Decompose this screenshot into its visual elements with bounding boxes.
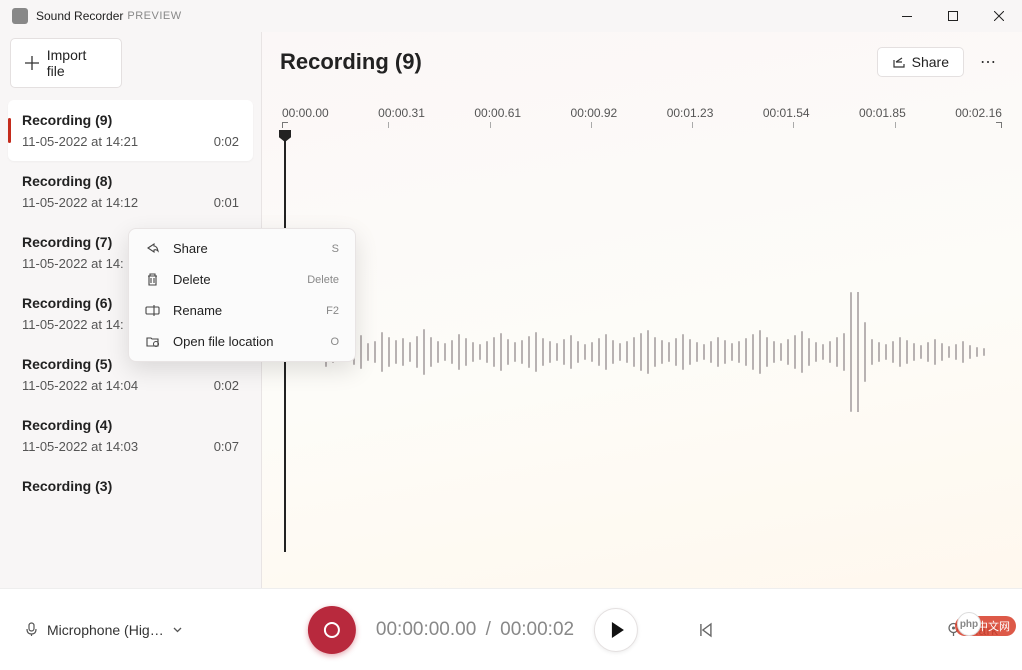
recording-duration: 0:02 <box>214 378 239 393</box>
share-label: Share <box>912 54 949 70</box>
timeline-label: 00:01.85 <box>859 106 906 120</box>
watermark: 中文网 <box>955 616 1016 636</box>
more-button[interactable]: ⋯ <box>972 46 1004 78</box>
menu-label: Share <box>173 241 208 256</box>
menu-open-location[interactable]: Open file location O <box>133 326 351 357</box>
microphone-label: Microphone (Hig… <box>47 622 164 638</box>
microphone-icon <box>24 622 39 637</box>
recording-date: 11-05-2022 at 14: <box>22 317 124 332</box>
microphone-selector[interactable]: Microphone (Hig… <box>24 622 183 638</box>
recording-duration: 0:01 <box>214 195 239 210</box>
chevron-down-icon <box>172 624 183 635</box>
content-area: Recording (9) Share ⋯ 00:00.00 00:00.31 … <box>262 32 1022 588</box>
timeline-label: 00:01.23 <box>667 106 714 120</box>
waveform-area[interactable] <box>280 132 1004 562</box>
menu-shortcut: F2 <box>326 305 339 317</box>
minimize-button[interactable] <box>884 0 930 32</box>
time-total: 00:00:02 <box>500 619 574 640</box>
record-button[interactable] <box>308 606 356 654</box>
bottom-bar: Microphone (Hig… 00:00:00.00 / 00:00:02 … <box>0 588 1022 670</box>
minimize-icon <box>902 16 912 17</box>
page-title: Recording (9) <box>280 49 422 75</box>
menu-label: Open file location <box>173 334 273 349</box>
app-preview-badge: PREVIEW <box>127 10 181 22</box>
menu-rename[interactable]: Rename F2 <box>133 295 351 326</box>
timeline-label: 00:00.61 <box>474 106 521 120</box>
maximize-button[interactable] <box>930 0 976 32</box>
recording-date: 11-05-2022 at 14:12 <box>22 195 138 210</box>
timeline-label: 00:00.00 <box>282 106 329 120</box>
plus-icon <box>25 56 39 70</box>
import-label: Import file <box>47 47 107 79</box>
recording-title: Recording (3) <box>22 478 239 494</box>
close-button[interactable] <box>976 0 1022 32</box>
maximize-icon <box>948 11 958 21</box>
recording-item[interactable]: Recording (9) 11-05-2022 at 14:21 0:02 <box>8 100 253 161</box>
prev-marker-button[interactable] <box>698 622 714 638</box>
share-icon <box>145 241 163 256</box>
context-menu: Share S Delete Delete Rename F2 Open fil… <box>128 228 356 362</box>
play-icon <box>610 621 626 639</box>
recording-item[interactable]: Recording (8) 11-05-2022 at 14:12 0:01 <box>8 161 253 222</box>
rename-icon <box>145 303 163 318</box>
app-name: Sound Recorder <box>36 9 123 23</box>
time-display: 00:00:00.00 / 00:00:02 <box>376 619 574 641</box>
share-button[interactable]: Share <box>877 47 964 77</box>
waveform <box>290 292 1004 412</box>
timeline-label: 00:01.54 <box>763 106 810 120</box>
folder-icon <box>145 334 163 349</box>
recording-duration: 0:02 <box>214 134 239 149</box>
ellipsis-icon: ⋯ <box>980 54 996 71</box>
titlebar: Sound Recorder PREVIEW <box>0 0 1022 32</box>
menu-label: Delete <box>173 272 211 287</box>
timeline-labels: 00:00.00 00:00.31 00:00.61 00:00.92 00:0… <box>280 106 1004 120</box>
menu-shortcut: Delete <box>307 274 339 286</box>
menu-shortcut: S <box>332 243 339 255</box>
recording-date: 11-05-2022 at 14: <box>22 256 124 271</box>
menu-shortcut: O <box>330 336 339 348</box>
close-icon <box>994 11 1004 21</box>
import-button[interactable]: Import file <box>10 38 122 88</box>
record-icon <box>324 622 340 638</box>
recording-date: 11-05-2022 at 14:04 <box>22 378 138 393</box>
window-controls <box>884 0 1022 32</box>
recording-title: Recording (4) <box>22 417 239 433</box>
skip-prev-icon <box>698 622 714 638</box>
recording-date: 11-05-2022 at 14:21 <box>22 134 138 149</box>
time-current: 00:00:00.00 <box>376 619 476 640</box>
menu-label: Rename <box>173 303 222 318</box>
timeline-label: 00:00.92 <box>571 106 618 120</box>
recording-item[interactable]: Recording (3) <box>8 466 253 506</box>
recording-item[interactable]: Recording (4) 11-05-2022 at 14:03 0:07 <box>8 405 253 466</box>
trash-icon <box>145 272 163 287</box>
timeline-label: 00:00.31 <box>378 106 425 120</box>
share-icon <box>892 55 906 69</box>
recording-duration: 0:07 <box>214 439 239 454</box>
app-icon <box>12 8 28 24</box>
timeline-ticks <box>280 122 1004 132</box>
recording-date: 11-05-2022 at 14:03 <box>22 439 138 454</box>
recording-title: Recording (9) <box>22 112 239 128</box>
menu-share[interactable]: Share S <box>133 233 351 264</box>
menu-delete[interactable]: Delete Delete <box>133 264 351 295</box>
play-button[interactable] <box>594 608 638 652</box>
recording-title: Recording (8) <box>22 173 239 189</box>
timeline-label: 00:02.16 <box>955 106 1002 120</box>
